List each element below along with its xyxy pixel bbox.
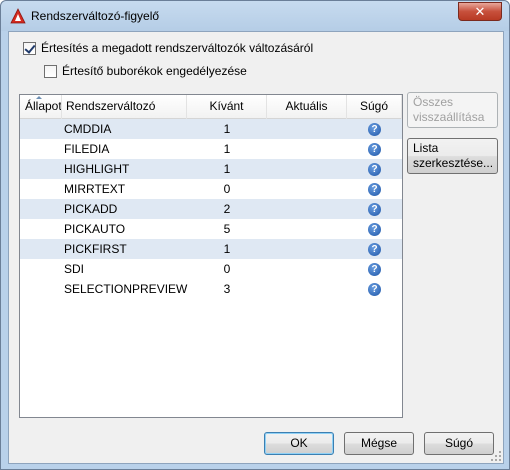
table-row[interactable]: PICKADD 2? xyxy=(20,199,402,219)
balloon-label: Értesítő buborékok engedélyezése xyxy=(62,64,247,78)
autocad-logo-icon xyxy=(10,8,26,24)
help-icon[interactable]: ? xyxy=(368,242,381,256)
cancel-button[interactable]: Mégse xyxy=(344,432,414,455)
row-preferred: 1 xyxy=(223,162,231,176)
table-row[interactable]: PICKFIRST 1? xyxy=(20,239,402,259)
dialog-window: Rendszerváltozó-figyelő ✕ Értesítés a me… xyxy=(0,0,510,470)
row-preferred: 1 xyxy=(223,142,231,156)
row-name: CMDDIA xyxy=(64,122,112,136)
row-name: FILEDIA xyxy=(64,142,110,156)
row-name: PICKAUTO xyxy=(64,222,126,236)
balloon-option[interactable]: Értesítő buborékok engedélyezése xyxy=(44,64,247,78)
row-preferred: 3 xyxy=(223,282,231,296)
row-preferred: 5 xyxy=(223,222,231,236)
help-icon[interactable]: ? xyxy=(368,182,381,196)
help-icon[interactable]: ? xyxy=(368,222,381,236)
balloon-checkbox[interactable] xyxy=(44,64,57,78)
table-row[interactable]: HIGHLIGHT 1? xyxy=(20,159,402,179)
column-header-preferred[interactable]: Kívánt xyxy=(187,95,267,119)
table-row[interactable]: SDI 0? xyxy=(20,259,402,279)
table-row[interactable]: MIRRTEXT 0? xyxy=(20,179,402,199)
dialog-body: Értesítés a megadott rendszerváltozók vá… xyxy=(8,31,504,464)
table-row[interactable]: SELECTIONPREVIEW 3? xyxy=(20,279,402,299)
row-name: PICKFIRST xyxy=(64,242,127,256)
list-header: Állapot Rendszerváltozó Kívánt Aktuális … xyxy=(20,95,402,119)
help-icon[interactable]: ? xyxy=(368,282,381,296)
row-preferred: 1 xyxy=(223,242,231,256)
ok-button[interactable]: OK xyxy=(264,432,334,455)
title-bar[interactable]: Rendszerváltozó-figyelő ✕ xyxy=(1,1,509,31)
notify-option[interactable]: Értesítés a megadott rendszerváltozók vá… xyxy=(23,41,313,55)
help-icon[interactable]: ? xyxy=(368,122,381,136)
reset-all-button[interactable]: Összes visszaállítása xyxy=(407,92,498,128)
help-icon[interactable]: ? xyxy=(368,142,381,156)
table-row[interactable]: PICKAUTO 5? xyxy=(20,219,402,239)
column-header-status[interactable]: Állapot xyxy=(20,95,62,119)
notify-checkbox[interactable] xyxy=(23,41,36,55)
row-name: HIGHLIGHT xyxy=(64,162,130,176)
close-button[interactable]: ✕ xyxy=(458,2,502,21)
table-row[interactable]: CMDDIA 1? xyxy=(20,119,402,139)
table-row[interactable]: FILEDIA 1? xyxy=(20,139,402,159)
window-title: Rendszerváltozó-figyelő xyxy=(31,9,160,23)
help-button[interactable]: Súgó xyxy=(424,432,494,455)
help-icon[interactable]: ? xyxy=(368,202,381,216)
help-icon[interactable]: ? xyxy=(368,262,381,276)
row-preferred: 0 xyxy=(223,262,231,276)
column-header-help[interactable]: Súgó xyxy=(347,95,402,119)
column-header-name[interactable]: Rendszerváltozó xyxy=(62,95,187,119)
row-preferred: 1 xyxy=(223,122,231,136)
sysvar-list[interactable]: Állapot Rendszerváltozó Kívánt Aktuális … xyxy=(19,94,403,418)
row-name: SDI xyxy=(64,262,85,276)
column-header-current[interactable]: Aktuális xyxy=(267,95,347,119)
row-name: SELECTIONPREVIEW xyxy=(64,282,188,296)
row-name: PICKADD xyxy=(64,202,118,216)
sort-arrow-icon xyxy=(36,96,42,99)
row-name: MIRRTEXT xyxy=(64,182,126,196)
resize-grip-icon[interactable] xyxy=(491,451,501,461)
help-icon[interactable]: ? xyxy=(368,162,381,176)
notify-label: Értesítés a megadott rendszerváltozók vá… xyxy=(41,41,314,55)
edit-list-button[interactable]: Lista szerkesztése... xyxy=(407,138,498,174)
row-preferred: 2 xyxy=(223,202,231,216)
list-rows: CMDDIA 1? FILEDIA 1? HIGHLIGHT 1? MIRRTEXT 0… xyxy=(20,119,402,299)
row-preferred: 0 xyxy=(223,182,231,196)
